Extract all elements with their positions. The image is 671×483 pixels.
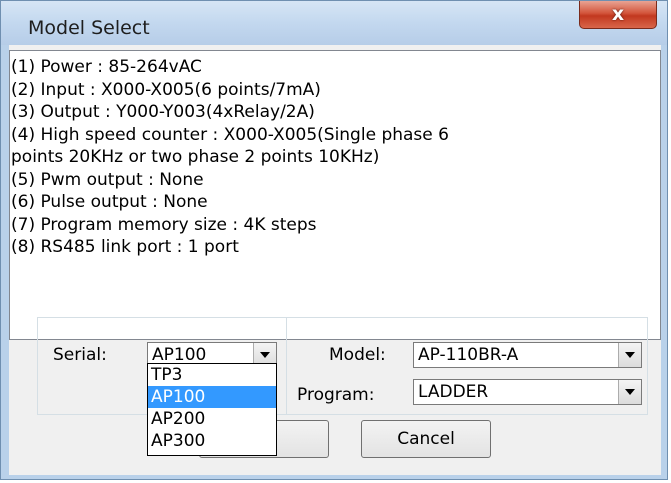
model-select[interactable]: AP-110BR-A	[413, 342, 642, 368]
program-label: Program:	[297, 385, 375, 405]
title-bar[interactable]: Model Select x	[1, 1, 667, 45]
model-label: Model:	[329, 345, 386, 365]
serial-option-ap100[interactable]: AP100	[148, 386, 276, 408]
program-dropdown-button[interactable]	[618, 380, 641, 404]
close-icon: x	[611, 3, 625, 25]
info-line: (6) Pulse output : None	[11, 192, 208, 212]
info-line: (1) Power : 85-264vAC	[11, 57, 202, 77]
window-title: Model Select	[28, 17, 150, 39]
model-info-box: (1) Power : 85-264vAC (2) Input : X000-X…	[9, 50, 661, 340]
serial-dropdown-list: TP3 AP100 AP200 AP300	[147, 363, 277, 456]
info-line: (4) High speed counter : X000-X005(Singl…	[11, 124, 449, 145]
chevron-down-icon	[625, 352, 635, 358]
info-line: points 20KHz or two phase 2 points 10KHz…	[11, 147, 380, 167]
model-select-dialog: Model Select x (1) Power : 85-264vAC (2)…	[0, 0, 668, 480]
info-line: (2) Input : X000-X005(6 points/7mA)	[11, 79, 321, 100]
chevron-down-icon	[625, 389, 635, 395]
cancel-button[interactable]: Cancel	[361, 420, 491, 458]
serial-select-value: AP100	[152, 345, 207, 365]
close-button[interactable]: x	[579, 1, 657, 29]
program-select-value: LADDER	[418, 382, 489, 402]
model-select-value: AP-110BR-A	[418, 345, 519, 365]
serial-option-ap300[interactable]: AP300	[148, 430, 276, 452]
serial-option-tp3[interactable]: TP3	[148, 364, 276, 386]
info-line: (8) RS485 link port : 1 port	[11, 237, 239, 257]
info-line: (7) Program memory size : 4K steps	[11, 214, 317, 235]
info-line: (5) Pwm output : None	[11, 169, 204, 190]
dialog-client-area: (1) Power : 85-264vAC (2) Input : X000-X…	[9, 45, 661, 475]
info-line: (3) Output : Y000-Y003(4xRelay/2A)	[11, 102, 315, 122]
model-dropdown-button[interactable]	[618, 343, 641, 367]
program-select[interactable]: LADDER	[413, 379, 642, 405]
serial-option-ap200[interactable]: AP200	[148, 408, 276, 430]
serial-label: Serial:	[53, 345, 107, 365]
chevron-down-icon	[260, 352, 270, 358]
